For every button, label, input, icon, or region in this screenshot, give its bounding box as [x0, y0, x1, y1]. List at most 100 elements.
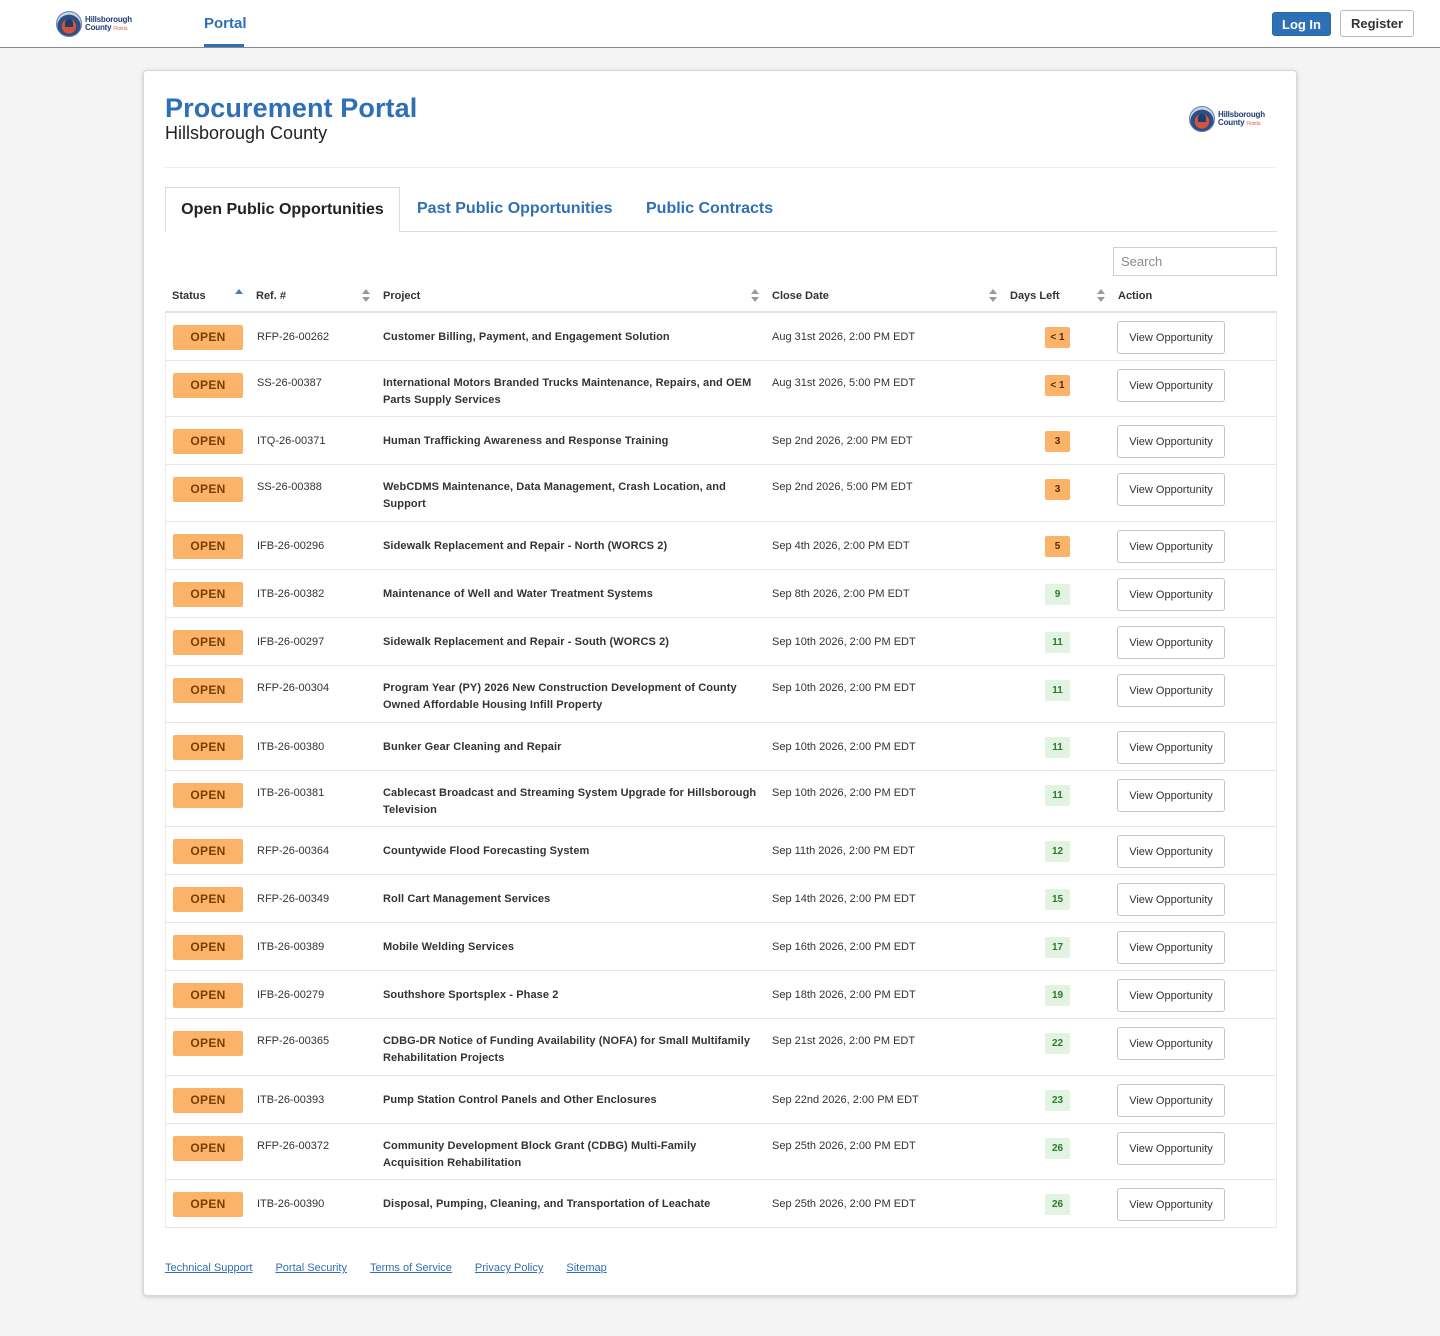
footer-link-terms-of-service[interactable]: Terms of Service — [370, 1262, 452, 1274]
table-row: OPEN ITQ-26-00371 Human Trafficking Awaren… — [166, 417, 1276, 465]
project-name: Sidewalk Replacement and Repair - South … — [383, 636, 670, 648]
logo-line2: County — [85, 22, 112, 32]
county-seal-icon — [1189, 106, 1215, 132]
view-opportunity-button[interactable]: View Opportunity — [1117, 779, 1225, 812]
view-opportunity-button[interactable]: View Opportunity — [1117, 1027, 1225, 1060]
view-opportunity-button[interactable]: View Opportunity — [1117, 473, 1225, 506]
tab-past-opportunities[interactable]: Past Public Opportunities — [417, 187, 613, 232]
county-seal-icon — [56, 11, 82, 37]
table-row: OPEN SS-26-00387 International Motors Bran… — [166, 361, 1276, 417]
close-date: Sep 25th 2026, 2:00 PM EDT — [772, 1140, 916, 1152]
view-opportunity-button[interactable]: View Opportunity — [1117, 626, 1225, 659]
status-badge: OPEN — [173, 477, 243, 502]
view-opportunity-button[interactable]: View Opportunity — [1117, 321, 1225, 354]
status-badge: OPEN — [173, 983, 243, 1008]
days-left-badge: 9 — [1045, 584, 1070, 605]
table-row: OPEN ITB-26-00380 Bunker Gear Cleaning and… — [166, 723, 1276, 771]
project-name: Human Trafficking Awareness and Response… — [383, 435, 669, 447]
days-left-badge: 11 — [1045, 632, 1070, 653]
status-badge: OPEN — [173, 1088, 243, 1113]
days-left-badge: 19 — [1045, 985, 1070, 1006]
view-opportunity-button[interactable]: View Opportunity — [1117, 425, 1225, 458]
status-badge: OPEN — [173, 735, 243, 760]
register-button[interactable]: Register — [1340, 10, 1414, 37]
column-header-action: Action — [1118, 290, 1153, 302]
sort-icon[interactable] — [989, 289, 997, 303]
close-date: Aug 31st 2026, 5:00 PM EDT — [772, 377, 916, 389]
opportunities-table-body: OPEN RFP-26-00262 Customer Billing, Paymen… — [165, 313, 1277, 1228]
ref-number: RFP-26-00365 — [257, 1035, 330, 1047]
login-button[interactable]: Log In — [1272, 12, 1331, 36]
table-row: OPEN RFP-26-00349 Roll Cart Management Ser… — [166, 875, 1276, 923]
status-badge: OPEN — [173, 678, 243, 703]
ref-number: ITB-26-00380 — [257, 741, 325, 753]
days-left-badge: 11 — [1045, 785, 1070, 806]
column-header-days-left[interactable]: Days Left — [1010, 281, 1060, 311]
footer-link-sitemap[interactable]: Sitemap — [566, 1262, 606, 1274]
logo-line3: Florida — [113, 25, 128, 32]
column-header-status[interactable]: Status — [172, 281, 206, 311]
project-name: Countywide Flood Forecasting System — [383, 845, 590, 857]
logo-line2: County — [1218, 117, 1245, 127]
status-badge: OPEN — [173, 325, 243, 350]
days-left-badge: 5 — [1045, 536, 1070, 557]
ref-number: RFP-26-00372 — [257, 1140, 330, 1152]
column-header-close-date[interactable]: Close Date — [772, 281, 829, 311]
days-left-badge: 3 — [1045, 431, 1070, 452]
table-row: OPEN IFB-26-00297 Sidewalk Replacement and… — [166, 618, 1276, 666]
close-date: Sep 11th 2026, 2:00 PM EDT — [772, 845, 915, 857]
table-header: Status Ref. # Project Close Date Days Le… — [165, 281, 1277, 313]
footer-link-portal-security[interactable]: Portal Security — [275, 1262, 347, 1274]
view-opportunity-button[interactable]: View Opportunity — [1117, 1188, 1225, 1221]
project-name: Disposal, Pumping, Cleaning, and Transpo… — [383, 1198, 711, 1210]
ref-number: SS-26-00387 — [257, 377, 322, 389]
table-row: OPEN ITB-26-00393 Pump Station Control Pan… — [166, 1076, 1276, 1124]
column-header-ref[interactable]: Ref. # — [256, 281, 286, 311]
days-left-badge: < 1 — [1045, 375, 1070, 396]
close-date: Sep 2nd 2026, 2:00 PM EDT — [772, 435, 913, 447]
project-name: CDBG-DR Notice of Funding Availability (… — [383, 1035, 751, 1064]
project-name: International Motors Branded Trucks Main… — [383, 377, 752, 406]
footer-link-privacy-policy[interactable]: Privacy Policy — [475, 1262, 543, 1274]
view-opportunity-button[interactable]: View Opportunity — [1117, 1084, 1225, 1117]
nav-tab-portal[interactable]: Portal — [204, 0, 247, 48]
view-opportunity-button[interactable]: View Opportunity — [1117, 530, 1225, 563]
card-county-logo: Hillsborough County Florida — [1189, 105, 1273, 133]
table-row: OPEN IFB-26-00296 Sidewalk Replacement and… — [166, 522, 1276, 570]
page-title: Procurement Portal — [165, 93, 418, 123]
column-header-project[interactable]: Project — [383, 281, 420, 311]
view-opportunity-button[interactable]: View Opportunity — [1117, 931, 1225, 964]
view-opportunity-button[interactable]: View Opportunity — [1117, 369, 1225, 402]
footer-link-technical-support[interactable]: Technical Support — [165, 1262, 252, 1274]
tab-open-opportunities[interactable]: Open Public Opportunities — [165, 187, 400, 232]
sort-ascending-icon[interactable] — [235, 289, 243, 303]
project-name: Community Development Block Grant (CDBG)… — [383, 1140, 697, 1169]
view-opportunity-button[interactable]: View Opportunity — [1117, 1132, 1225, 1165]
tab-public-contracts[interactable]: Public Contracts — [646, 187, 773, 232]
opportunity-tabs: Open Public Opportunities Past Public Op… — [165, 187, 1277, 232]
sort-icon[interactable] — [1097, 289, 1105, 303]
view-opportunity-button[interactable]: View Opportunity — [1117, 578, 1225, 611]
county-logo[interactable]: Hillsborough County Florida — [56, 10, 138, 38]
table-row: OPEN RFP-26-00364 Countywide Flood Forecas… — [166, 827, 1276, 875]
ref-number: RFP-26-00364 — [257, 845, 330, 857]
view-opportunity-button[interactable]: View Opportunity — [1117, 674, 1225, 707]
project-name: Southshore Sportsplex - Phase 2 — [383, 989, 559, 1001]
close-date: Sep 25th 2026, 2:00 PM EDT — [772, 1198, 916, 1210]
project-name: Bunker Gear Cleaning and Repair — [383, 741, 562, 753]
sort-icon[interactable] — [362, 289, 370, 303]
ref-number: ITB-26-00381 — [257, 787, 325, 799]
view-opportunity-button[interactable]: View Opportunity — [1117, 979, 1225, 1012]
status-badge: OPEN — [173, 630, 243, 655]
table-row: OPEN RFP-26-00262 Customer Billing, Paymen… — [166, 313, 1276, 361]
search-input[interactable] — [1113, 247, 1277, 276]
sort-icon[interactable] — [751, 289, 759, 303]
project-name: WebCDMS Maintenance, Data Management, Cr… — [383, 481, 726, 510]
close-date: Sep 21st 2026, 2:00 PM EDT — [772, 1035, 916, 1047]
nav-tab-active-indicator — [204, 44, 244, 47]
table-row: OPEN SS-26-00388 WebCDMS Maintenance, Data… — [166, 465, 1276, 522]
view-opportunity-button[interactable]: View Opportunity — [1117, 883, 1225, 916]
view-opportunity-button[interactable]: View Opportunity — [1117, 731, 1225, 764]
footer-links: Technical Support Portal Security Terms of… — [165, 1262, 630, 1274]
view-opportunity-button[interactable]: View Opportunity — [1117, 835, 1225, 868]
